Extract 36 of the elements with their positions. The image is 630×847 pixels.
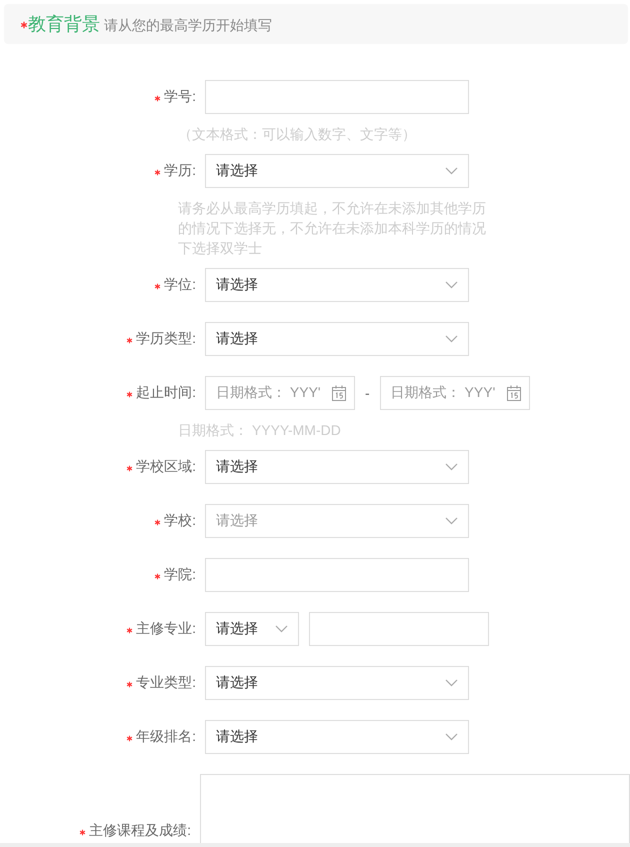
chevron-down-icon <box>445 679 458 687</box>
range-separator: - <box>365 385 370 401</box>
select-field[interactable]: 请选择 <box>205 154 469 188</box>
field-label: 主修课程及成绩: <box>89 822 191 840</box>
select-field[interactable]: 请选择 <box>205 666 469 700</box>
input-field[interactable] <box>205 80 469 114</box>
field-label: 起止时间: <box>136 384 196 402</box>
chevron-down-icon <box>445 463 458 471</box>
select-field[interactable]: 请选择 <box>205 322 469 356</box>
field-label: 学位: <box>164 276 196 294</box>
field-label: 学校: <box>164 512 196 530</box>
chevron-down-icon <box>445 167 458 175</box>
chevron-down-icon <box>275 625 288 633</box>
text-area[interactable] <box>200 774 630 844</box>
calendar-icon <box>332 385 346 401</box>
chevron-down-icon <box>445 517 458 525</box>
select-field[interactable]: 请选择 <box>205 450 469 484</box>
field-label: 学号: <box>164 88 196 106</box>
calendar-icon <box>506 385 521 401</box>
section-subtitle: 请从您的最高学历开始填写 <box>104 16 272 34</box>
chevron-down-icon <box>445 335 458 343</box>
chevron-down-icon <box>445 281 458 289</box>
input-field[interactable] <box>205 558 469 592</box>
field-label: 学历: <box>164 162 196 180</box>
field-label: 主修专业: <box>136 620 196 638</box>
field-label: 专业类型: <box>136 674 196 692</box>
field-label: 学院: <box>164 566 196 584</box>
field-label: 年级排名: <box>136 728 196 746</box>
field-label: 学历类型: <box>136 330 196 348</box>
select-field[interactable]: 请选择 <box>205 612 299 646</box>
field-label: 学校区域: <box>136 458 196 476</box>
chevron-down-icon <box>445 733 458 741</box>
input-field[interactable] <box>309 612 489 646</box>
select-field[interactable]: 请选择 <box>205 268 469 302</box>
section-title: 教育背景 <box>28 13 100 36</box>
select-field[interactable]: 请选择 <box>205 720 469 754</box>
